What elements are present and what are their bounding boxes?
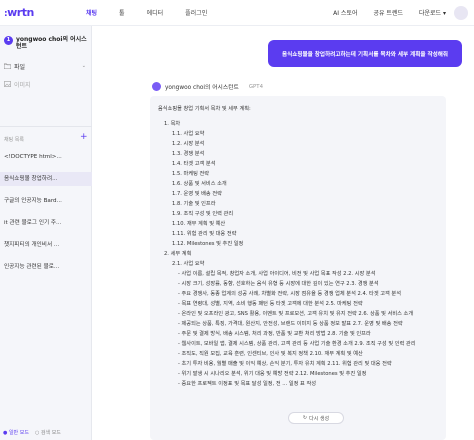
chat-main: 음식쇼핑몰을 창업하려고하는데 기획서를 목차와 세부 계획을 작성해줘 yon…	[92, 26, 474, 440]
add-chat-icon[interactable]: +	[80, 132, 88, 142]
response-line: - 위기 발생 시 시나리오 분석, 위기 대응 및 예방 전략 2.12. M…	[178, 371, 367, 377]
chat-history-item[interactable]: 구글의 인공지능 Bard...	[0, 194, 92, 208]
chat-history-item[interactable]: <!DOCTYPE html>...	[0, 150, 92, 164]
workspace-badge: 1	[4, 36, 13, 45]
sidebar: 1 yongwoo choi의 어시스턴트 파일 ⌄ 이미지 채팅 목록 + <…	[0, 26, 92, 440]
assistant-header: yongwoo choi의 어시스턴트 GPT4	[152, 82, 263, 91]
response-line: - 제공되는 상품, 특징, 가격대, 원산지, 안전성, 브랜드 이미지 등 …	[178, 321, 403, 327]
user-message-bubble: 음식쇼핑몰을 창업하려고하는데 기획서를 목차와 세부 계획을 작성해줘	[268, 40, 462, 67]
user-avatar[interactable]	[454, 6, 468, 20]
assistant-avatar	[152, 82, 161, 91]
nav-editor[interactable]: 에디터	[147, 8, 164, 17]
response-line: - 시장 크기, 성장률, 동향, 선호하는 음식 유형 등 시장에 대한 깊이…	[178, 281, 379, 287]
chat-list-label: 채팅 목록	[4, 137, 24, 143]
nav-share-trend[interactable]: 공유 트렌드	[373, 8, 403, 17]
response-line: - 웹사이트, 모바일 앱, 결제 시스템, 상품 관리, 고객 관리 등 사업…	[178, 341, 416, 347]
response-line: 1.11. 위험 관리 및 대응 전략	[172, 231, 237, 237]
response-line: 1.1. 사업 요약	[172, 131, 205, 137]
assistant-name: yongwoo choi의 어시스턴트	[165, 85, 239, 91]
response-line: 1.8. 기술 및 인프라	[172, 201, 216, 207]
response-line: - 초기 투자 비용, 월별 매출 및 이익 예상, 손익 분기, 투자 유치 …	[178, 361, 392, 367]
response-line: 1.9. 조직 구성 및 인력 관리	[172, 211, 234, 217]
sidebar-item-label: 파일	[14, 63, 26, 71]
image-icon	[4, 81, 11, 88]
wrtn-logo[interactable]: :wrtn	[4, 6, 86, 19]
nav-tools[interactable]: 툴	[119, 8, 125, 17]
response-line: 1. 목차	[164, 121, 181, 127]
sidebar-item-label: 이미지	[14, 81, 31, 89]
top-navigation-bar: :wrtn 채팅 툴 에디터 플러그인 AI 스토어 공유 트렌드 다운로드 ▾	[0, 0, 474, 26]
response-line: - 주문 및 결제 방식, 배송 시스템, 처리 과정, 반품 및 교환 처리 …	[178, 331, 371, 337]
chat-history-item[interactable]: 챗지피티의 개인비서 ...	[0, 238, 92, 252]
response-line: - 목표 연령대, 성별, 지역, 소비 행동 패턴 등 타겟 고객에 대한 분…	[178, 301, 363, 307]
response-line: 1.2. 시장 분석	[172, 141, 205, 147]
response-line: 1.3. 경쟁 분석	[172, 151, 205, 157]
chevron-down-icon: ⌄	[81, 63, 86, 69]
normal-mode-option[interactable]: ● 일반 모드	[3, 429, 29, 436]
response-line: 음식쇼핑몰 창업 기획서 목차 및 세부 계획:	[158, 106, 251, 112]
response-line: 1.6. 상품 및 서비스 소개	[172, 181, 227, 187]
chat-history-item[interactable]: it 관련 블로그 인기 주...	[0, 216, 92, 230]
sidebar-divider	[0, 126, 92, 127]
search-mode-option[interactable]: ○ 검색 모드	[35, 429, 61, 436]
response-line: 2.1. 사업 요약	[172, 261, 205, 267]
logo-text: wrtn	[7, 6, 34, 19]
response-line: 1.7. 운영 및 배송 전략	[172, 191, 222, 197]
response-line: - 온라인 및 오프라인 광고, SNS 활용, 이벤트 및 프로모션, 고객 …	[178, 311, 414, 317]
nav-plugins[interactable]: 플러그인	[185, 8, 207, 17]
refresh-icon: ↻	[302, 415, 308, 421]
response-line: - 조직도, 직원 모집, 교육 훈련, 인센티브, 인사 및 복지 정책 2.…	[178, 351, 363, 357]
mode-toggle: ● 일반 모드 ○ 검색 모드	[0, 424, 92, 440]
nav-chat[interactable]: 채팅	[86, 8, 97, 17]
primary-nav: 채팅 툴 에디터 플러그인	[86, 8, 207, 17]
secondary-nav: AI 스토어 공유 트렌드 다운로드 ▾	[333, 8, 446, 17]
nav-ai-store[interactable]: AI 스토어	[333, 8, 357, 17]
response-line: 1.5. 마케팅 전략	[172, 171, 210, 177]
chat-history-item[interactable]: 인공지능 관련된 블로...	[0, 260, 92, 274]
response-line: 1.10. 재무 계획 및 예산	[172, 221, 226, 227]
response-line: 1.12. Milestones 및 추진 일정	[172, 241, 244, 247]
sidebar-item-images[interactable]: 이미지	[4, 78, 88, 90]
folder-icon	[4, 63, 11, 70]
chat-history-item-selected[interactable]: 음식쇼핑몰 창업하려...	[0, 172, 92, 186]
sidebar-item-files[interactable]: 파일 ⌄	[4, 60, 88, 72]
response-line: 2. 세부 계획	[164, 251, 192, 257]
regenerate-button[interactable]: ↻ 다시 생성	[288, 412, 344, 424]
model-label: GPT4	[248, 83, 264, 90]
assistant-response: 음식쇼핑몰 창업 기획서 목차 및 세부 계획: 1. 목차 1.1. 사업 요약 1…	[150, 96, 446, 440]
response-line: - 사업 이름, 설립 목적, 창업자 소개, 사업 아이디어, 비전 및 사업…	[178, 271, 376, 277]
workspace-name: yongwoo choi의 어시스턴트	[16, 36, 87, 50]
response-line: - 중요한 프로젝트 이정표 및 목표 달성 일정, 전 ... 일정 표 작성	[178, 381, 317, 387]
response-line: - 주요 경쟁사, 동종 업계의 성공 사례, 차별화 전략, 시장 점유율 등…	[178, 291, 401, 297]
response-line: 1.4. 타겟 고객 분석	[172, 161, 216, 167]
nav-download[interactable]: 다운로드 ▾	[419, 8, 446, 17]
